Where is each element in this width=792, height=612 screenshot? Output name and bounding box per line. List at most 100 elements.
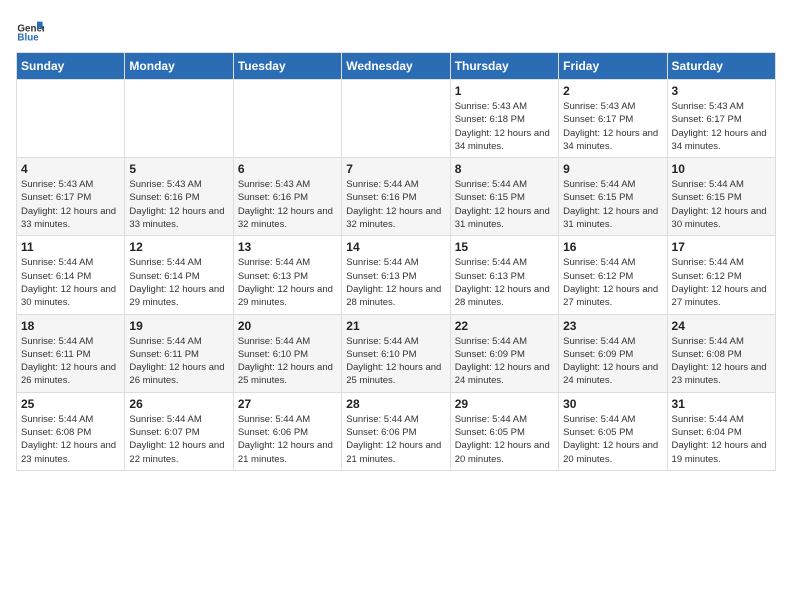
svg-text:Blue: Blue: [17, 33, 39, 44]
day-info: Sunrise: 5:44 AM Sunset: 6:14 PM Dayligh…: [129, 256, 228, 309]
calendar-table: SundayMondayTuesdayWednesdayThursdayFrid…: [16, 52, 776, 471]
day-number: 26: [129, 397, 228, 411]
day-header-thursday: Thursday: [450, 53, 558, 80]
day-number: 14: [346, 240, 445, 254]
day-info: Sunrise: 5:44 AM Sunset: 6:11 PM Dayligh…: [21, 335, 120, 388]
calendar-cell: 1 Sunrise: 5:43 AM Sunset: 6:18 PM Daylig…: [450, 80, 558, 158]
day-info: Sunrise: 5:44 AM Sunset: 6:10 PM Dayligh…: [346, 335, 445, 388]
day-number: 7: [346, 162, 445, 176]
day-number: 15: [455, 240, 554, 254]
day-number: 8: [455, 162, 554, 176]
day-info: Sunrise: 5:44 AM Sunset: 6:15 PM Dayligh…: [455, 178, 554, 231]
calendar-cell: 24 Sunrise: 5:44 AM Sunset: 6:08 PM Dayli…: [667, 314, 775, 392]
calendar-cell: 26 Sunrise: 5:44 AM Sunset: 6:07 PM Dayli…: [125, 392, 233, 470]
day-info: Sunrise: 5:43 AM Sunset: 6:18 PM Dayligh…: [455, 100, 554, 153]
calendar-week-row: 4Sunrise: 5:43 AM Sunset: 6:17 PM Daylig…: [17, 158, 776, 236]
day-number: 6: [238, 162, 337, 176]
calendar-cell: 7Sunrise: 5:44 AM Sunset: 6:16 PM Daylig…: [342, 158, 450, 236]
day-header-monday: Monday: [125, 53, 233, 80]
day-number: 5: [129, 162, 228, 176]
calendar-cell: 18Sunrise: 5:44 AM Sunset: 6:11 PM Dayli…: [17, 314, 125, 392]
day-info: Sunrise: 5:43 AM Sunset: 6:17 PM Dayligh…: [563, 100, 662, 153]
day-info: Sunrise: 5:44 AM Sunset: 6:09 PM Dayligh…: [455, 335, 554, 388]
day-number: 11: [21, 240, 120, 254]
day-info: Sunrise: 5:44 AM Sunset: 6:13 PM Dayligh…: [346, 256, 445, 309]
day-number: 19: [129, 319, 228, 333]
day-info: Sunrise: 5:43 AM Sunset: 6:17 PM Dayligh…: [21, 178, 120, 231]
day-header-tuesday: Tuesday: [233, 53, 341, 80]
calendar-cell: 19 Sunrise: 5:44 AM Sunset: 6:11 PM Dayli…: [125, 314, 233, 392]
day-info: Sunrise: 5:44 AM Sunset: 6:07 PM Dayligh…: [129, 413, 228, 466]
day-info: Sunrise: 5:44 AM Sunset: 6:06 PM Dayligh…: [238, 413, 337, 466]
calendar-cell: 29 Sunrise: 5:44 AM Sunset: 6:05 PM Dayli…: [450, 392, 558, 470]
day-number: 24: [672, 319, 771, 333]
day-info: Sunrise: 5:44 AM Sunset: 6:15 PM Dayligh…: [672, 178, 771, 231]
day-number: 27: [238, 397, 337, 411]
calendar-cell: 6 Sunrise: 5:43 AM Sunset: 6:16 PM Daylig…: [233, 158, 341, 236]
day-info: Sunrise: 5:44 AM Sunset: 6:12 PM Dayligh…: [563, 256, 662, 309]
day-number: 22: [455, 319, 554, 333]
day-number: 13: [238, 240, 337, 254]
day-number: 9: [563, 162, 662, 176]
day-number: 1: [455, 84, 554, 98]
calendar-cell: [17, 80, 125, 158]
day-info: Sunrise: 5:44 AM Sunset: 6:11 PM Dayligh…: [129, 335, 228, 388]
calendar-cell: 9 Sunrise: 5:44 AM Sunset: 6:15 PM Daylig…: [559, 158, 667, 236]
day-number: 25: [21, 397, 120, 411]
day-info: Sunrise: 5:44 AM Sunset: 6:12 PM Dayligh…: [672, 256, 771, 309]
day-info: Sunrise: 5:43 AM Sunset: 6:16 PM Dayligh…: [238, 178, 337, 231]
calendar-cell: 8 Sunrise: 5:44 AM Sunset: 6:15 PM Daylig…: [450, 158, 558, 236]
calendar-cell: 17 Sunrise: 5:44 AM Sunset: 6:12 PM Dayli…: [667, 236, 775, 314]
calendar-cell: 25 Sunrise: 5:44 AM Sunset: 6:08 PM Dayli…: [17, 392, 125, 470]
day-info: Sunrise: 5:44 AM Sunset: 6:04 PM Dayligh…: [672, 413, 771, 466]
day-info: Sunrise: 5:44 AM Sunset: 6:13 PM Dayligh…: [238, 256, 337, 309]
day-number: 31: [672, 397, 771, 411]
day-info: Sunrise: 5:43 AM Sunset: 6:16 PM Dayligh…: [129, 178, 228, 231]
day-info: Sunrise: 5:44 AM Sunset: 6:14 PM Dayligh…: [21, 256, 120, 309]
day-info: Sunrise: 5:44 AM Sunset: 6:06 PM Dayligh…: [346, 413, 445, 466]
day-number: 29: [455, 397, 554, 411]
day-number: 17: [672, 240, 771, 254]
calendar-cell: 14 Sunrise: 5:44 AM Sunset: 6:13 PM Dayli…: [342, 236, 450, 314]
calendar-week-row: 11 Sunrise: 5:44 AM Sunset: 6:14 PM Dayli…: [17, 236, 776, 314]
day-info: Sunrise: 5:44 AM Sunset: 6:15 PM Dayligh…: [563, 178, 662, 231]
calendar-week-row: 18Sunrise: 5:44 AM Sunset: 6:11 PM Dayli…: [17, 314, 776, 392]
day-info: Sunrise: 5:44 AM Sunset: 6:05 PM Dayligh…: [563, 413, 662, 466]
day-info: Sunrise: 5:44 AM Sunset: 6:08 PM Dayligh…: [21, 413, 120, 466]
calendar-cell: 2 Sunrise: 5:43 AM Sunset: 6:17 PM Daylig…: [559, 80, 667, 158]
day-number: 10: [672, 162, 771, 176]
calendar-cell: 28 Sunrise: 5:44 AM Sunset: 6:06 PM Dayli…: [342, 392, 450, 470]
calendar-cell: 4Sunrise: 5:43 AM Sunset: 6:17 PM Daylig…: [17, 158, 125, 236]
calendar-cell: [342, 80, 450, 158]
day-info: Sunrise: 5:44 AM Sunset: 6:13 PM Dayligh…: [455, 256, 554, 309]
calendar-header-row: SundayMondayTuesdayWednesdayThursdayFrid…: [17, 53, 776, 80]
calendar-week-row: 25 Sunrise: 5:44 AM Sunset: 6:08 PM Dayli…: [17, 392, 776, 470]
calendar-cell: 3 Sunrise: 5:43 AM Sunset: 6:17 PM Daylig…: [667, 80, 775, 158]
calendar-week-row: 1 Sunrise: 5:43 AM Sunset: 6:18 PM Daylig…: [17, 80, 776, 158]
calendar-cell: 16Sunrise: 5:44 AM Sunset: 6:12 PM Dayli…: [559, 236, 667, 314]
day-number: 2: [563, 84, 662, 98]
calendar-cell: 15 Sunrise: 5:44 AM Sunset: 6:13 PM Dayli…: [450, 236, 558, 314]
day-number: 20: [238, 319, 337, 333]
day-info: Sunrise: 5:44 AM Sunset: 6:05 PM Dayligh…: [455, 413, 554, 466]
day-header-sunday: Sunday: [17, 53, 125, 80]
day-header-wednesday: Wednesday: [342, 53, 450, 80]
calendar-cell: 22 Sunrise: 5:44 AM Sunset: 6:09 PM Dayli…: [450, 314, 558, 392]
day-number: 3: [672, 84, 771, 98]
day-number: 23: [563, 319, 662, 333]
day-info: Sunrise: 5:43 AM Sunset: 6:17 PM Dayligh…: [672, 100, 771, 153]
day-header-friday: Friday: [559, 53, 667, 80]
calendar-cell: 10 Sunrise: 5:44 AM Sunset: 6:15 PM Dayli…: [667, 158, 775, 236]
calendar-cell: 11 Sunrise: 5:44 AM Sunset: 6:14 PM Dayli…: [17, 236, 125, 314]
day-info: Sunrise: 5:44 AM Sunset: 6:09 PM Dayligh…: [563, 335, 662, 388]
day-info: Sunrise: 5:44 AM Sunset: 6:10 PM Dayligh…: [238, 335, 337, 388]
page-header: General Blue: [16, 16, 776, 44]
day-number: 30: [563, 397, 662, 411]
logo: General Blue: [16, 16, 48, 44]
calendar-cell: 21Sunrise: 5:44 AM Sunset: 6:10 PM Dayli…: [342, 314, 450, 392]
calendar-cell: 20 Sunrise: 5:44 AM Sunset: 6:10 PM Dayli…: [233, 314, 341, 392]
day-info: Sunrise: 5:44 AM Sunset: 6:08 PM Dayligh…: [672, 335, 771, 388]
day-number: 28: [346, 397, 445, 411]
day-header-saturday: Saturday: [667, 53, 775, 80]
day-number: 12: [129, 240, 228, 254]
